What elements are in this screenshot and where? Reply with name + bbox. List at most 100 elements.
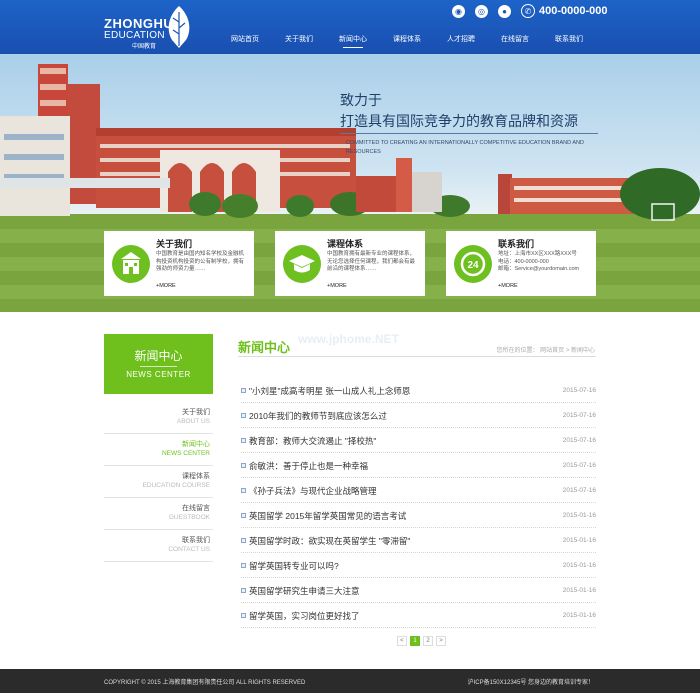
card-courses-more-link[interactable]: +MORE [327,283,347,289]
sidebar-header: 新闻中心 NEWS CENTER [104,334,213,394]
bullet-icon [241,563,246,568]
banner-divider [340,133,598,134]
list-item[interactable]: 留学英国转专业可以吗? 2015-01-16 [241,553,596,578]
bullet-icon [241,413,246,418]
pagination: < 1 2 > [397,636,449,646]
nav-item-news[interactable]: 新闻中心 [326,34,380,50]
bullet-icon [241,538,246,543]
sidebar-title-en: NEWS CENTER [126,370,191,379]
site-logo[interactable]: ZHONGHUA EDUCATION 中国教育 [104,6,194,50]
weibo-icon[interactable]: ◎ [475,4,488,18]
sidebar-item-news[interactable]: 新闻中心 NEWS CENTER [104,434,213,466]
sidebar-item-label: 新闻中心 [182,441,210,448]
news-date: 2015-07-16 [562,437,596,444]
card-about-more-link[interactable]: +MORE [156,283,176,289]
title-divider [238,356,596,357]
pager-prev-button[interactable]: < [397,636,407,646]
nav-item-courses[interactable]: 课程体系 [380,34,434,50]
logo-text-line2: EDUCATION [104,30,165,41]
news-title[interactable]: 俞敏洪：善于停止也是一种幸福 [249,460,368,472]
card-contact-text: 地址：上海市XX区XXX路XXX号 电话：400-0000-000 邮箱：Ser… [498,251,580,273]
watermark-text: www.jphome.NET [298,332,399,346]
pager-next-button[interactable]: > [436,636,446,646]
news-date: 2015-01-16 [562,587,596,594]
news-title[interactable]: 《孙子兵法》与现代企业战略管理 [249,485,377,497]
sidebar-title-divider [140,366,177,367]
sidebar-item-label: 在线留言 [182,505,210,512]
list-item[interactable]: 英国留学 2015年留学英国常见的语言考试 2015-01-16 [241,503,596,528]
bullet-icon [241,488,246,493]
card-courses-text: 中国教育拥有最新专业的课程体系，无论您选择任何课程，我们都会有最前沿的课程体系…… [327,251,416,273]
news-date: 2015-07-16 [562,487,596,494]
header-contact-bar: ◉ ◎ ● ✆ 400-0000-000 [452,4,608,18]
sidebar-title-cn: 新闻中心 [134,349,183,363]
card-contact-more-link[interactable]: +MORE [498,283,518,289]
banner-slogan-line1: 致力于 [340,92,382,108]
banner-slogan-en: COMMITTED TO CREATING AN INTERNATIONALLY… [346,140,584,155]
news-title[interactable]: "小刘星"成高考明星 张一山成人礼上念师恩 [249,385,410,397]
list-item[interactable]: 英国留学时政：欲实现在英留学生 "零滞留" 2015-01-16 [241,528,596,553]
news-title[interactable]: 英国留学时政：欲实现在英留学生 "零滞留" [249,535,410,547]
news-date: 2015-07-16 [562,412,596,419]
bullet-icon [241,388,246,393]
sidebar-item-label: 关于我们 [182,409,210,416]
header-phone-number: 400-0000-000 [539,5,608,17]
bullet-icon [241,438,246,443]
bullet-icon [241,588,246,593]
sidebar-item-courses[interactable]: 课程体系 EDUCATION COURSE [104,466,213,498]
page-title: 新闻中心 [238,340,291,355]
footer-icp: 沪ICP备150X12345号 您身边的教育培训专家！ [467,680,594,686]
wechat-icon[interactable]: ● [498,4,511,18]
news-title[interactable]: 留学英国转专业可以吗? [249,560,339,572]
news-title[interactable]: 英国留学研究生申请三大注意 [249,585,360,597]
sidebar-item-label-en: NEWS CENTER [161,450,210,457]
list-item[interactable]: "小刘星"成高考明星 张一山成人礼上念师恩 2015-07-16 [241,378,596,403]
card-courses-title: 课程体系 [327,239,364,249]
nav-item-guestbook[interactable]: 在线留言 [488,34,542,50]
sidebar-item-about[interactable]: 关于我们 ABOUT US [104,402,213,434]
pager-page-1[interactable]: 1 [410,636,420,646]
breadcrumb[interactable]: 您所在的位置： 网站首页 > 新闻中心 [496,345,595,354]
card-about[interactable]: 关于我们 中国教育是由国内知名学校及金融机构投资机构投资的公有制学校，拥有强劲的… [104,231,254,296]
sidebar-item-guestbook[interactable]: 在线留言 GUESTBOOK [104,498,213,530]
news-date: 2015-01-16 [562,537,596,544]
nav-item-jobs[interactable]: 人才招聘 [434,34,488,50]
nav-item-contact[interactable]: 联系我们 [542,34,596,50]
news-date: 2015-01-16 [562,512,596,519]
news-title[interactable]: 2010年我们的教师节到底应该怎么过 [249,410,387,422]
sidebar-item-contact[interactable]: 联系我们 CONTACT US [104,530,213,562]
card-about-text: 中国教育是由国内知名学校及金融机构投资机构投资的公有制学校，拥有强劲的师资力量…… [156,251,245,273]
news-date: 2015-01-16 [562,562,596,569]
nav-item-about[interactable]: 关于我们 [272,34,326,50]
list-item[interactable]: 英国留学研究生申请三大注意 2015-01-16 [241,578,596,603]
logo-text-cn: 中国教育 [132,44,157,50]
sidebar-item-label-en: CONTACT US [168,546,210,553]
bullet-icon [241,513,246,518]
phone-icon: ✆ [521,4,535,18]
list-item[interactable]: 俞敏洪：善于停止也是一种幸福 2015-07-16 [241,453,596,478]
news-date: 2015-01-16 [562,612,596,619]
hero-banner: 致力于 打造具有国际竞争力的教育品牌和资源 COMMITTED TO CREAT… [0,54,700,312]
bullet-icon [241,613,246,618]
site-footer: COPYRIGHT © 2015 上海教育集团有限责任公司 ALL RIGHTS… [0,669,700,693]
sidebar-item-label-en: ABOUT US [176,418,210,425]
card-courses[interactable]: 课程体系 中国教育拥有最新专业的课程体系，无论您选择任何课程，我们都会有最前沿的… [275,231,425,296]
news-title[interactable]: 英国留学 2015年留学英国常见的语言考试 [249,510,406,522]
news-date: 2015-07-16 [562,387,596,394]
list-item[interactable]: 《孙子兵法》与现代企业战略管理 2015-07-16 [241,478,596,503]
news-title[interactable]: 留学英国，实习岗位更好找了 [249,610,360,622]
card-contact[interactable]: 24 联系我们 地址：上海市XX区XXX路XXX号 电话：400-0000-00… [446,231,596,296]
news-title[interactable]: 教育部：教师大交流遏止 "择校热" [249,435,376,447]
list-item[interactable]: 2010年我们的教师节到底应该怎么过 2015-07-16 [241,403,596,428]
news-date: 2015-07-16 [562,462,596,469]
pager-page-2[interactable]: 2 [423,636,433,646]
card-contact-title: 联系我们 [498,239,535,249]
sidebar-item-label-en: EDUCATION COURSE [142,482,210,489]
qq-icon[interactable]: ◉ [452,4,465,18]
sidebar-item-label: 课程体系 [182,473,210,480]
nav-item-home[interactable]: 网站首页 [218,34,272,50]
main-nav: 网站首页 关于我们 新闻中心 课程体系 人才招聘 在线留言 联系我们 [218,34,596,50]
list-item[interactable]: 教育部：教师大交流遏止 "择校热" 2015-07-16 [241,428,596,453]
school-icon [112,245,150,283]
list-item[interactable]: 留学英国，实习岗位更好找了 2015-01-16 [241,603,596,628]
